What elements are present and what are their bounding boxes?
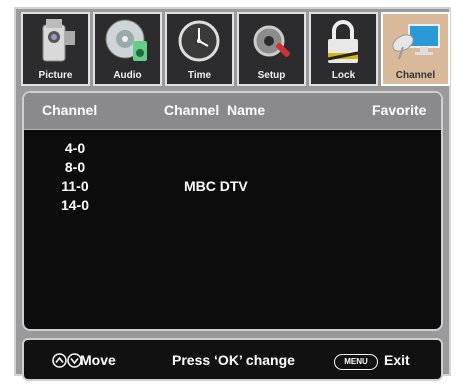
tab-setup[interactable]: Setup	[237, 12, 306, 86]
tab-bar: Picture Audio Time Setup Lock Channel	[14, 7, 451, 87]
channel-name: MBC DTV	[184, 178, 248, 194]
tab-lock[interactable]: Lock	[309, 12, 378, 86]
tab-label: Channel	[395, 70, 436, 81]
satellite-monitor-icon	[392, 24, 440, 60]
channel-number: 11-0	[61, 178, 89, 194]
channel-number: 4-0	[64, 140, 86, 156]
camera-icon	[42, 19, 75, 62]
tab-label: Time	[187, 70, 212, 81]
move-hint: Move	[80, 352, 116, 368]
lock-icon	[327, 20, 359, 63]
table-header: Channel Channel Name Favorite	[24, 93, 441, 130]
clock-icon	[178, 20, 220, 62]
menu-key-icon: MENU	[334, 354, 378, 370]
gear-wrench-icon	[253, 25, 290, 57]
column-header-favorite: Favorite	[372, 102, 427, 118]
ok-change-hint: Press ‘OK’ change	[172, 352, 295, 368]
speaker-disc-icon	[105, 19, 147, 61]
tab-audio[interactable]: Audio	[93, 12, 162, 86]
channel-row[interactable]: 14-0	[24, 197, 441, 216]
column-header-name: Channel Name	[164, 102, 266, 118]
key-hint-bar: Move Press ‘OK’ change MENU Exit	[22, 338, 443, 381]
tab-label: Audio	[113, 70, 142, 81]
tab-label: Picture	[38, 70, 73, 81]
tab-time[interactable]: Time	[165, 12, 234, 86]
channel-row[interactable]: 11-0 MBC DTV	[24, 178, 441, 197]
channel-list-panel: Channel Channel Name Favorite 4-0 8-0 11…	[22, 91, 443, 331]
channel-number: 14-0	[60, 197, 90, 213]
tab-label: Lock	[331, 70, 356, 81]
tab-channel[interactable]: Channel	[381, 12, 450, 86]
channel-row[interactable]: 8-0	[24, 159, 441, 178]
channel-number: 8-0	[64, 159, 86, 175]
up-down-arrow-icon	[52, 353, 82, 368]
column-header-channel: Channel	[42, 102, 98, 118]
tab-label: Setup	[257, 70, 286, 81]
tab-picture[interactable]: Picture	[21, 12, 90, 86]
channel-row[interactable]: 4-0	[24, 140, 441, 159]
exit-hint: Exit	[384, 352, 410, 368]
